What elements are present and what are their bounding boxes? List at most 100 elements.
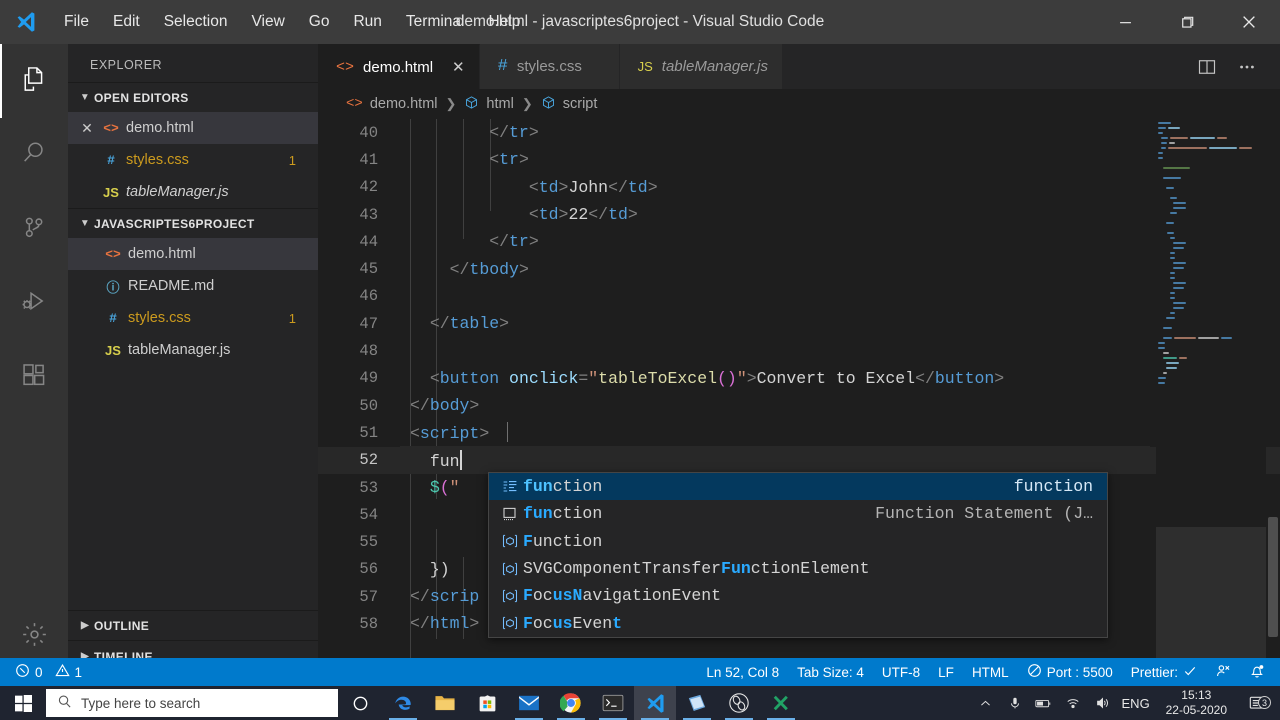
close-icon[interactable]: ✕ [76,120,98,137]
menu-terminal[interactable]: Terminal [394,0,477,44]
section-project[interactable]: ▼ JAVASCRIPTES6PROJECT [68,208,318,238]
code-line[interactable]: 52 fun [318,447,1280,474]
ellipsis-icon[interactable] [1230,44,1264,89]
line-number: 53 [318,479,404,497]
code-line[interactable]: 42 <td>John</td> [318,174,1280,201]
activity-extensions[interactable] [0,340,68,414]
minimap-line [1156,201,1266,205]
activity-run-debug[interactable] [0,266,68,340]
activity-search[interactable] [0,118,68,192]
activity-explorer[interactable] [0,44,68,118]
tab-demo-html[interactable]: <> demo.html ✕ [318,44,480,89]
status-language-mode[interactable]: HTML [963,658,1018,686]
file-tablemanager-js[interactable]: JS tableManager.js [68,334,318,366]
menu-help[interactable]: Help [477,0,533,44]
code-line[interactable]: 45 </tbody> [318,255,1280,282]
menu-run[interactable]: Run [341,0,393,44]
taskbar-search-input[interactable]: Type here to search [46,689,338,717]
taskbar-app-excel[interactable] [760,686,802,720]
taskbar-app-vscode[interactable] [634,686,676,720]
taskbar-app-mail[interactable] [508,686,550,720]
suggestion-item[interactable]: FocusNavigationEvent [489,582,1107,609]
code-line[interactable]: 47 </table> [318,310,1280,337]
file-demo-html[interactable]: <> demo.html [68,238,318,270]
taskbar-app-edge[interactable] [382,686,424,720]
code-line[interactable]: 40 </tr> [318,119,1280,146]
windows-start-icon[interactable] [0,686,46,720]
chevron-up-icon[interactable] [976,697,996,710]
suggestion-item[interactable]: functionfunction [489,473,1107,500]
menu-edit[interactable]: Edit [101,0,152,44]
suggestion-item[interactable]: FocusEvent [489,609,1107,636]
tab-tablemanager-js[interactable]: JS tableManager.js [620,44,783,89]
status-eol[interactable]: LF [929,658,963,686]
taskbar-app-chrome[interactable] [550,686,592,720]
suggestion-widget[interactable]: functionfunctionfunctionFunction Stateme… [488,472,1108,638]
open-editor-demo-html[interactable]: ✕ <> demo.html [68,112,318,144]
suggestion-item[interactable]: functionFunction Statement (J… [489,500,1107,527]
code-line[interactable]: 49 <button onclick="tableToExcel()">Conv… [318,365,1280,392]
minimap-line [1156,181,1266,185]
open-editor-tablemanager-js[interactable]: JS tableManager.js [68,176,318,208]
tab-label: styles.css [517,58,582,75]
breadcrumb-item-script[interactable]: script [563,96,598,112]
suggestion-item[interactable]: Function [489,528,1107,555]
taskbar-search-placeholder: Type here to search [81,696,200,711]
menu-selection[interactable]: Selection [152,0,240,44]
cortana-icon[interactable] [338,695,382,712]
clock[interactable]: 15:13 22-05-2020 [1160,688,1233,718]
code-editor[interactable]: 40 </tr>41 <tr>42 <td>John</td>43 <td>22… [318,119,1280,672]
menu-go[interactable]: Go [297,0,342,44]
breadcrumb-item-html[interactable]: html [486,96,513,112]
close-icon[interactable]: ✕ [452,58,465,76]
taskbar-app-sticky-notes[interactable] [676,686,718,720]
code-line[interactable]: 41 <tr> [318,146,1280,173]
suggestion-label: SVGComponentTransferFunctionElement [523,559,870,578]
code-line[interactable]: 46 [318,283,1280,310]
status-prettier[interactable]: Prettier: [1122,658,1206,686]
network-icon[interactable] [1063,696,1083,710]
status-problems[interactable]: 0 1 [6,658,91,686]
close-button[interactable] [1218,0,1280,44]
section-outline[interactable]: ▶ OUTLINE [68,610,318,640]
taskbar-app-microsoft-store[interactable] [466,686,508,720]
code-line[interactable]: 43 <td>22</td> [318,201,1280,228]
editor-scrollbar[interactable] [1266,119,1280,672]
menu-view[interactable]: View [239,0,296,44]
volume-icon[interactable] [1092,696,1112,710]
section-open-editors[interactable]: ▼ OPEN EDITORS [68,82,318,112]
notification-center-button[interactable]: 3 [1242,695,1272,711]
status-live-server-port[interactable]: Port : 5500 [1018,658,1122,686]
activity-source-control[interactable] [0,192,68,266]
line-number: 43 [318,206,404,224]
status-cursor-position[interactable]: Ln 52, Col 8 [697,658,788,686]
editor-area: <> demo.html ✕ # styles.css JS tableMana… [318,44,1280,672]
line-number: 57 [318,588,404,606]
code-line[interactable]: 44 </tr> [318,228,1280,255]
battery-icon[interactable] [1034,697,1054,710]
open-editor-styles-css[interactable]: # styles.css 1 [68,144,318,176]
language-indicator[interactable]: ENG [1121,696,1151,711]
status-notifications[interactable] [1240,658,1274,686]
breadcrumb-item-file[interactable]: demo.html [370,96,438,112]
tab-styles-css[interactable]: # styles.css [480,44,620,89]
code-line[interactable]: 51<script> [318,419,1280,446]
maximize-button[interactable] [1156,0,1218,44]
taskbar-app-obs-studio[interactable] [718,686,760,720]
code-line[interactable]: 50</body> [318,392,1280,419]
code-line[interactable]: 48 [318,337,1280,364]
suggestion-item[interactable]: SVGComponentTransferFunctionElement [489,555,1107,582]
file-readme-md[interactable]: ⓘ README.md [68,270,318,302]
status-feedback[interactable] [1206,658,1240,686]
chevron-right-icon: ❯ [446,96,457,112]
minimap[interactable] [1156,119,1266,672]
minimize-button[interactable] [1094,0,1156,44]
split-editor-icon[interactable] [1190,44,1224,89]
taskbar-app-file-explorer[interactable] [424,686,466,720]
taskbar-app-terminal[interactable] [592,686,634,720]
menu-file[interactable]: File [52,0,101,44]
status-tab-size[interactable]: Tab Size: 4 [788,658,873,686]
file-styles-css[interactable]: # styles.css 1 [68,302,318,334]
microphone-icon[interactable] [1005,696,1025,710]
status-encoding[interactable]: UTF-8 [873,658,929,686]
